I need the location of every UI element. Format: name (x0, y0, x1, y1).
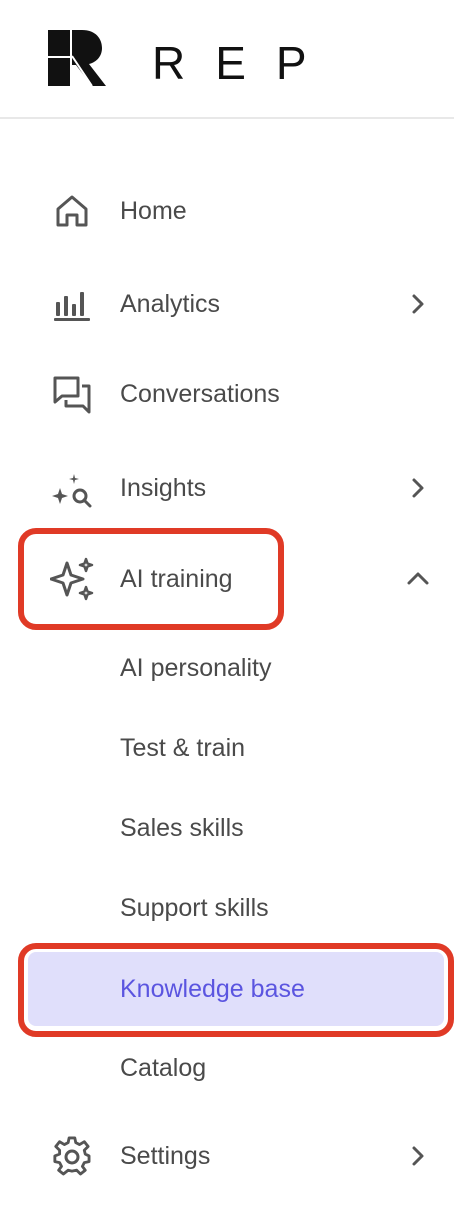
sub-item-label: Sales skills (120, 814, 244, 842)
sub-item-label: Test & train (120, 734, 246, 762)
rep-logo-icon[interactable] (48, 30, 106, 86)
brand-wordmark: REP (152, 37, 337, 89)
highlight-box-ai-training (18, 528, 284, 630)
chevron-right-icon[interactable] (404, 1142, 432, 1170)
sidebar-header: REP (0, 0, 454, 119)
nav-item-analytics[interactable]: Analytics (0, 274, 454, 334)
nav-item-settings[interactable]: Settings (0, 1126, 454, 1186)
sub-item-label: Catalog (120, 1054, 207, 1082)
nav-label-analytics: Analytics (120, 290, 221, 318)
sub-item-ai-personality[interactable]: AI personality (0, 640, 454, 696)
home-icon (50, 191, 94, 231)
gear-icon (50, 1136, 94, 1176)
nav-item-insights[interactable]: Insights (0, 458, 454, 518)
sub-item-label: AI personality (120, 654, 272, 682)
chevron-up-icon[interactable] (404, 565, 432, 593)
sub-item-label: Support skills (120, 894, 269, 922)
nav-label-settings: Settings (120, 1142, 211, 1170)
sub-item-sales-skills[interactable]: Sales skills (0, 800, 454, 856)
chevron-right-icon[interactable] (404, 474, 432, 502)
highlight-box-knowledge-base (18, 943, 454, 1037)
chat-bubbles-icon (50, 374, 94, 414)
nav-label-home: Home (120, 197, 187, 225)
nav-item-conversations[interactable]: Conversations (0, 364, 454, 424)
bar-chart-icon (50, 284, 94, 324)
nav-item-home[interactable]: Home (0, 181, 454, 241)
sparkle-search-icon (50, 468, 94, 508)
nav-label-insights: Insights (120, 474, 207, 502)
sub-item-test-train[interactable]: Test & train (0, 720, 454, 776)
sub-item-catalog[interactable]: Catalog (0, 1040, 454, 1096)
sub-item-support-skills[interactable]: Support skills (0, 880, 454, 936)
nav-label-conversations: Conversations (120, 380, 280, 408)
chevron-right-icon[interactable] (404, 290, 432, 318)
